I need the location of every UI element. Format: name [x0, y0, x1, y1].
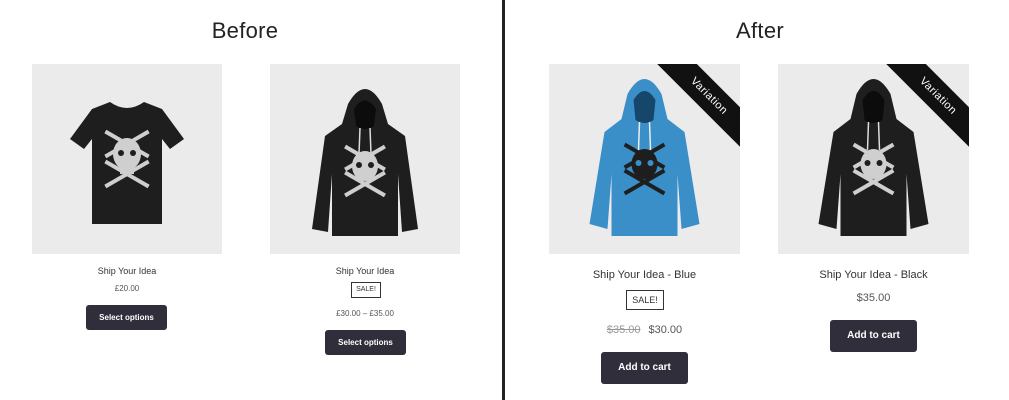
product-name[interactable]: Ship Your Idea - Blue	[549, 269, 740, 281]
product-image-hoodie-black[interactable]: Variation	[778, 64, 969, 254]
current-price: $30.00	[648, 324, 683, 336]
variation-ribbon-label: Variation	[884, 64, 969, 149]
product-name[interactable]: Ship Your Idea	[32, 266, 222, 276]
before-heading: Before	[211, 18, 279, 43]
old-price: $35.00	[606, 324, 641, 336]
add-to-cart-button[interactable]: Add to cart	[830, 320, 917, 352]
product-price: $35.00 $30.00	[549, 324, 740, 336]
product-price: $35.00	[856, 292, 891, 304]
product-price: £20.00	[114, 284, 140, 293]
section-divider	[502, 0, 505, 400]
sale-badge: SALE!	[626, 290, 664, 310]
hoodie-icon	[312, 89, 418, 236]
variation-ribbon: Variation	[884, 64, 969, 149]
variation-ribbon: Variation	[655, 64, 740, 149]
product-image-hoodie-blue[interactable]: Variation	[549, 64, 740, 254]
add-to-cart-button[interactable]: Add to cart	[601, 352, 688, 384]
after-heading: After	[736, 18, 784, 43]
variation-ribbon-label: Variation	[655, 64, 740, 149]
select-options-button[interactable]: Select options	[86, 305, 167, 330]
product-price: £30.00 – £35.00	[336, 309, 394, 318]
product-image-tshirt[interactable]	[32, 64, 222, 254]
sale-badge: SALE!	[351, 282, 381, 298]
product-name[interactable]: Ship Your Idea	[270, 266, 460, 276]
product-image-hoodie-black[interactable]	[270, 64, 460, 254]
tshirt-icon	[70, 102, 184, 224]
product-name[interactable]: Ship Your Idea - Black	[778, 269, 969, 281]
select-options-button[interactable]: Select options	[325, 330, 406, 355]
